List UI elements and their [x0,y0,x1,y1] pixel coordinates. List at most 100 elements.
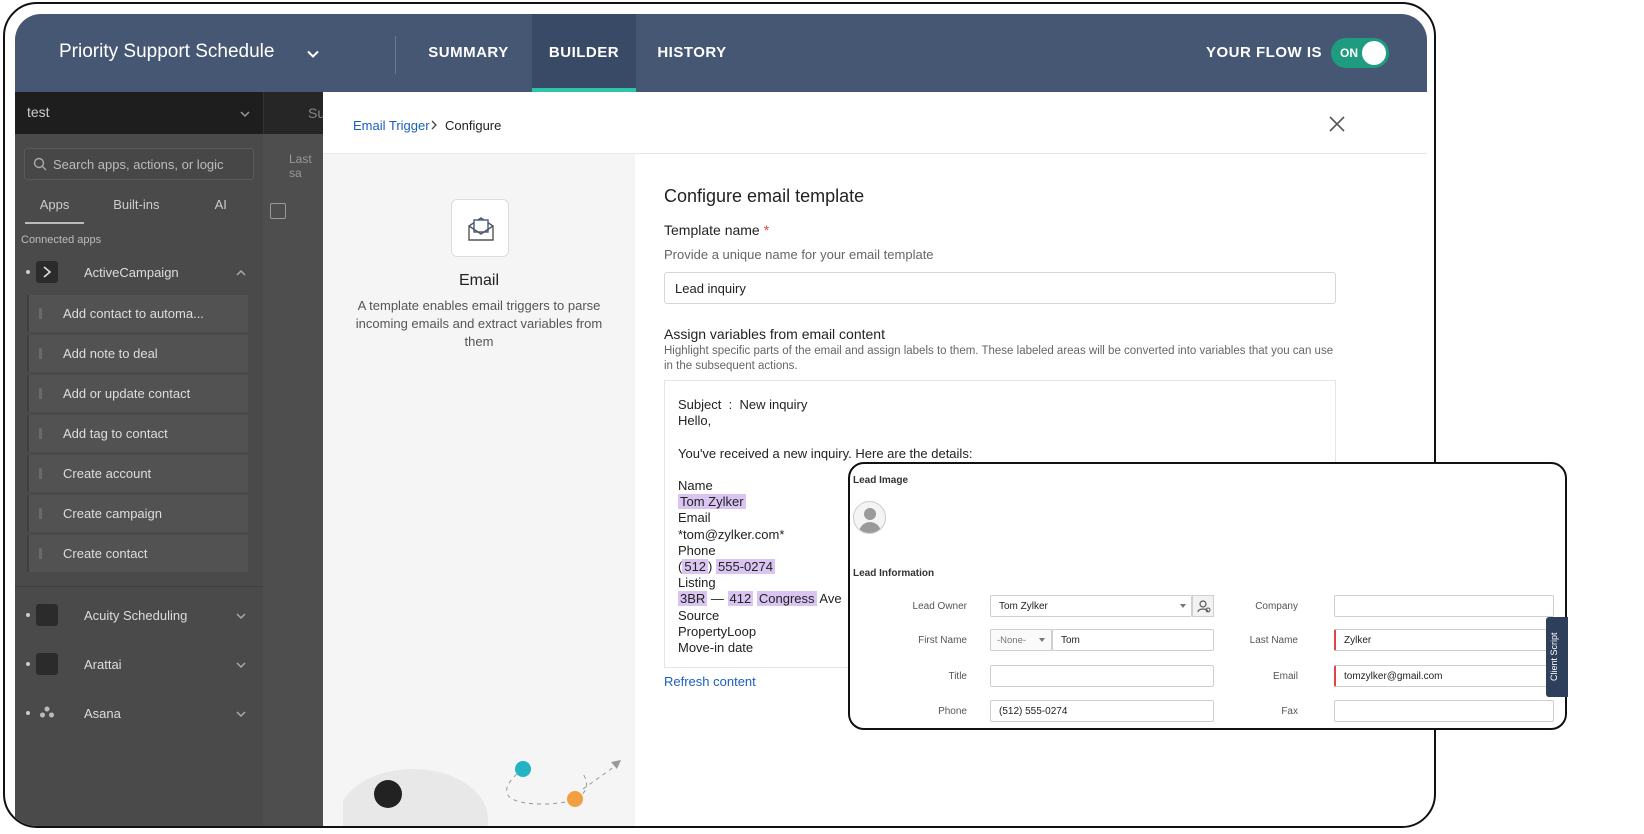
email-label: Email [1272,671,1298,682]
drag-handle-icon[interactable] [39,308,42,319]
last-name-input[interactable]: Zylker [1334,629,1554,651]
breadcrumb-email-trigger[interactable]: Email Trigger [353,118,430,133]
sidebar-tab-ai[interactable]: AI [179,190,263,224]
open-envelope-icon [468,217,494,241]
email-line: Subject : New inquiry [678,397,808,412]
action-item[interactable]: Create campaign [27,495,248,532]
highlighted-variable[interactable]: 3BR [678,591,708,607]
flow-selector[interactable]: test [15,92,263,134]
bullet-dot [26,662,30,666]
close-icon[interactable] [1327,114,1347,134]
last-saved-partial: Last sa [289,152,312,180]
acuity-logo-icon [36,604,58,626]
company-input[interactable] [1334,595,1554,617]
action-label: Add note to deal [63,346,158,361]
drag-handle-icon[interactable] [39,508,42,519]
highlighted-variable[interactable]: 412 [727,591,754,607]
app-asana[interactable]: Asana [15,693,263,733]
highlighted-variable[interactable]: Congress [756,591,817,607]
action-item[interactable]: Add note to deal [27,335,248,372]
app-activecampaign[interactable]: ActiveCampaign [15,252,263,292]
drag-handle-icon[interactable] [39,468,42,479]
email-input[interactable]: tomzylker@gmail.com [1334,665,1554,687]
action-label: Add or update contact [63,386,191,401]
action-item[interactable]: Create contact [27,535,248,572]
caret-down-icon [1180,604,1186,608]
title-label: Title [948,671,967,682]
chevron-down-icon[interactable] [305,46,321,62]
lead-owner-select[interactable]: Tom Zylker [990,595,1192,617]
toggle-label: ON [1340,46,1358,60]
chevron-up-icon [236,269,246,276]
trigger-info-pane: Email A template enables email triggers … [323,154,635,826]
company-label: Company [1255,601,1298,612]
tab-history[interactable]: HISTORY [646,14,738,92]
lead-owner-label: Lead Owner [912,601,967,612]
builder-canvas-dimmed: Su Last sa [263,92,325,826]
app-arattai[interactable]: Arattai [15,644,263,684]
template-name-label-text: Template name [664,222,760,238]
last-name-label: Last Name [1249,635,1298,646]
action-label: Create campaign [63,506,162,521]
app-name: Acuity Scheduling [84,608,188,623]
first-name-label: First Name [918,635,967,646]
action-item[interactable]: Create account [27,455,248,492]
app-acuity-scheduling[interactable]: Acuity Scheduling [15,595,263,635]
form-title: Configure email template [664,186,865,206]
action-item[interactable]: Add contact to automa... [27,295,248,332]
lead-preview-card: Lead Image Lead Information Lead Owner T… [848,462,1567,730]
lead-information-section: Lead Information [853,568,935,579]
avatar-placeholder-icon[interactable] [853,501,886,534]
top-bar: Priority Support Schedule SUMMARY BUILDE… [15,14,1427,92]
activecampaign-logo-icon [36,261,58,283]
tab-builder[interactable]: BUILDER [532,14,636,92]
chevron-down-icon [240,111,250,118]
fax-input[interactable] [1334,700,1554,722]
bullet-dot [26,613,30,617]
app-name: Arattai [84,657,122,672]
asana-logo-icon [36,702,58,724]
refresh-content-link[interactable]: Refresh content [664,674,756,689]
flow-title[interactable]: Priority Support Schedule [59,41,274,63]
flow-toggle[interactable]: ON [1331,38,1389,68]
assign-variables-label: Assign variables from email content [664,326,885,342]
sidebar-tab-apps[interactable]: Apps [25,190,85,224]
fax-label: Fax [1281,706,1298,717]
client-script-label: Client Script [1549,632,1559,681]
drag-handle-icon[interactable] [39,348,42,359]
sidebar: test Search apps, actions, or logic Apps… [15,92,263,826]
phone-input[interactable]: (512) 555-0274 [990,700,1214,722]
caret-down-icon [1039,638,1045,642]
toggle-knob [1362,41,1386,65]
highlighted-variable[interactable]: Tom Zylker [678,494,746,510]
title-input[interactable] [990,665,1214,687]
action-item[interactable]: Add tag to contact [27,415,248,452]
highlighted-variable[interactable]: 512 [682,559,709,575]
drag-handle-icon[interactable] [39,388,42,399]
action-item[interactable]: Add or update contact [27,375,248,412]
drag-handle-icon[interactable] [39,548,42,559]
bullet-dot [26,270,30,274]
chevron-down-icon [236,662,246,669]
template-name-label: Template name * [664,222,769,238]
canvas-toolbar: Su [263,92,325,134]
sidebar-tab-built-ins[interactable]: Built-ins [94,190,178,224]
lead-image-section: Lead Image [853,475,909,486]
search-icon [33,157,47,171]
trigger-description: A template enables email triggers to par… [355,298,603,349]
search-input[interactable]: Search apps, actions, or logic [24,148,254,180]
template-name-input[interactable]: Lead inquiry [664,272,1336,304]
header-divider [395,36,396,74]
app-name: ActiveCampaign [84,265,179,280]
tab-summary[interactable]: SUMMARY [416,14,521,92]
drag-handle-icon[interactable] [39,428,42,439]
panel-header: Email Trigger Configure [323,92,1427,154]
client-script-tab[interactable]: Client Script [1546,617,1568,697]
assign-variables-help: Highlight specific parts of the email an… [664,345,1334,372]
bullet-dot [26,711,30,715]
first-name-input[interactable]: Tom [1052,629,1214,651]
collapse-panel-icon[interactable] [270,203,286,219]
highlighted-variable[interactable]: 555-0274 [716,559,775,575]
trigger-title: Email [458,272,499,289]
breadcrumb-current: Configure [445,118,502,133]
